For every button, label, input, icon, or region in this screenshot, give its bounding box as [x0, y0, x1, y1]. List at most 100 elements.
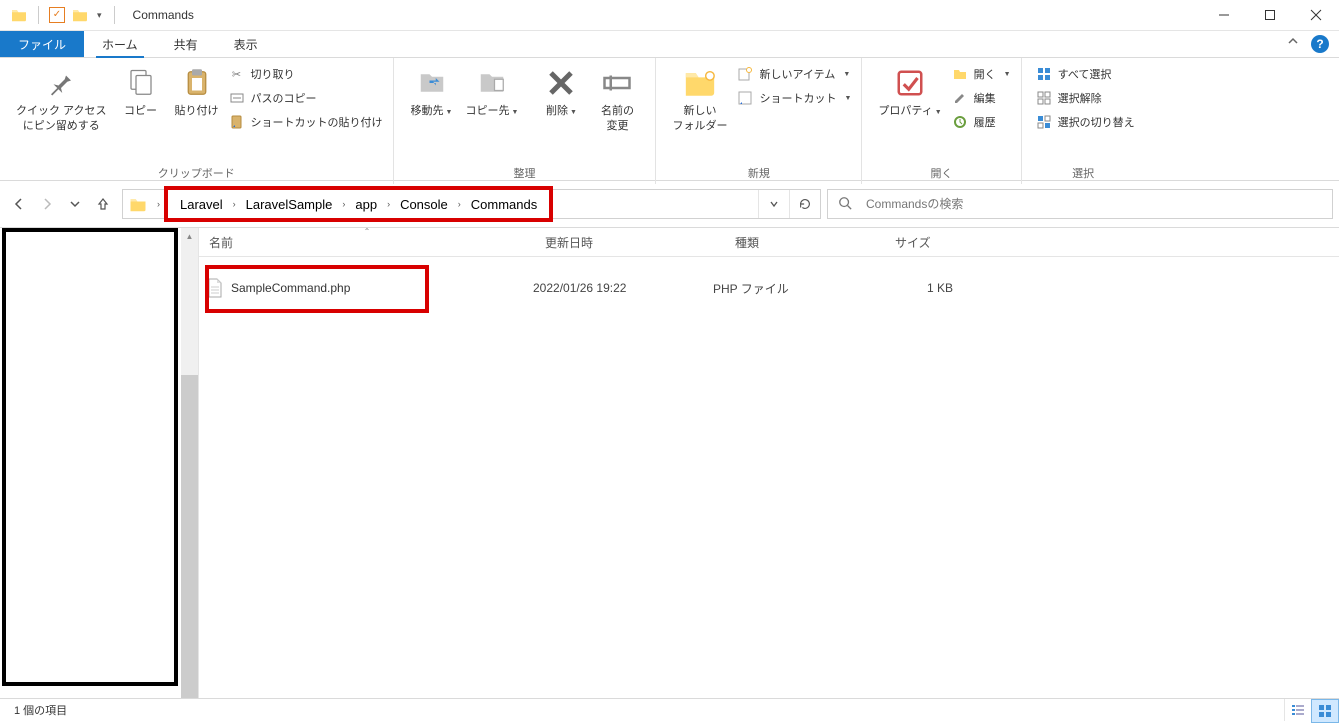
group-label: 新規 [666, 165, 851, 184]
label: 履歴 [974, 114, 996, 130]
large-icons-view-button[interactable] [1311, 699, 1339, 723]
properties-button[interactable]: プロパティ▼ [872, 62, 947, 119]
chevron-right-icon[interactable]: › [381, 199, 396, 209]
new-item-button[interactable]: 新しいアイテム ▼ [737, 66, 851, 82]
separator [114, 6, 115, 24]
qat-properties-icon[interactable]: ✓ [49, 7, 65, 23]
open-button[interactable]: 開く ▼ [952, 66, 1011, 82]
chevron-down-icon: ▼ [1004, 71, 1011, 78]
file-size: 1 KB [863, 281, 953, 295]
label: すべて選択 [1058, 66, 1112, 82]
chevron-right-icon[interactable]: › [227, 199, 242, 209]
paste-button[interactable]: 貼り付け [169, 62, 225, 119]
collapse-ribbon-icon[interactable] [1287, 35, 1299, 50]
tab-home[interactable]: ホーム [84, 31, 156, 57]
label: プロパティ [878, 105, 932, 117]
navigation-pane[interactable]: ▲ ▼ [0, 228, 199, 720]
folder-icon [129, 197, 147, 211]
column-type[interactable]: 種類 [725, 228, 885, 256]
qat-folder-icon[interactable] [71, 8, 89, 22]
column-name[interactable]: ⌃ 名前 [199, 228, 535, 256]
crumb-laravel[interactable]: Laravel [176, 197, 227, 212]
search-box[interactable] [827, 189, 1333, 219]
address-dropdown-button[interactable] [758, 190, 789, 218]
forward-button[interactable] [34, 190, 60, 218]
status-bar: 1 個の項目 [0, 698, 1339, 721]
chevron-right-icon[interactable]: › [452, 199, 467, 209]
close-button[interactable] [1293, 0, 1339, 30]
cut-button[interactable]: ✂ 切り取り [229, 66, 383, 82]
select-all-icon [1036, 66, 1052, 82]
pin-icon [44, 66, 78, 100]
crumb-app[interactable]: app [351, 197, 381, 212]
delete-button[interactable]: 削除▼ [533, 62, 589, 119]
edit-button[interactable]: 編集 [952, 90, 1011, 106]
tab-share[interactable]: 共有 [156, 31, 216, 57]
help-button[interactable]: ? [1311, 35, 1329, 53]
search-icon [838, 196, 852, 213]
crumb-console[interactable]: Console [396, 197, 452, 212]
label: コピー先 [466, 105, 510, 117]
chevron-down-icon: ▼ [844, 95, 851, 102]
path-icon [229, 90, 245, 106]
file-date: 2022/01/26 19:22 [533, 281, 713, 295]
copy-to-button[interactable]: コピー先▼ [460, 62, 525, 119]
copy-path-button[interactable]: パスのコピー [229, 90, 383, 106]
label: フォルダー [672, 120, 727, 132]
move-to-button[interactable]: 移動先▼ [404, 62, 460, 119]
select-all-button[interactable]: すべて選択 [1036, 66, 1135, 82]
redacted-tree-area [2, 228, 178, 686]
paste-icon [180, 66, 214, 100]
copy-button[interactable]: コピー [113, 62, 169, 119]
chevron-right-icon[interactable]: › [153, 199, 164, 209]
scroll-up-button[interactable]: ▲ [181, 228, 198, 245]
column-date[interactable]: 更新日時 [535, 228, 725, 256]
label: 削除 [546, 105, 568, 117]
maximize-button[interactable] [1247, 0, 1293, 30]
shortcut-icon [737, 90, 753, 106]
history-button[interactable]: 履歴 [952, 114, 1011, 130]
copy-to-icon [475, 66, 509, 100]
minimize-button[interactable] [1201, 0, 1247, 30]
tab-view[interactable]: 表示 [216, 31, 276, 57]
label: 選択解除 [1058, 90, 1102, 106]
chevron-right-icon[interactable]: › [336, 199, 351, 209]
details-view-button[interactable] [1284, 699, 1311, 721]
rename-icon [600, 66, 634, 100]
address-bar[interactable]: › Laravel › LaravelSample › app › Consol… [122, 189, 821, 219]
label: 新しいアイテム [759, 66, 835, 82]
ribbon-group-open: プロパティ▼ 開く ▼ 編集 [862, 58, 1021, 184]
pin-quick-access-button[interactable]: クイック アクセスにピン留めする [10, 62, 113, 134]
ribbon-tabs: ファイル ホーム 共有 表示 ? [0, 31, 1339, 58]
search-input[interactable] [864, 196, 1332, 212]
select-none-button[interactable]: 選択解除 [1036, 90, 1135, 106]
title-bar: ✓ ▾ Commands [0, 0, 1339, 31]
tab-file[interactable]: ファイル [0, 31, 84, 57]
up-button[interactable] [90, 190, 116, 218]
file-row[interactable]: SampleCommand.php 2022/01/26 19:22 PHP フ… [199, 277, 1339, 299]
new-shortcut-button[interactable]: ショートカット ▼ [737, 90, 851, 106]
rename-button[interactable]: 名前の変更 [589, 62, 645, 134]
chevron-down-icon: ▼ [446, 109, 453, 116]
qat-dropdown-icon[interactable]: ▾ [95, 10, 104, 21]
scrollbar[interactable]: ▲ ▼ [181, 228, 198, 720]
label: 名前 [209, 234, 233, 251]
label: パスのコピー [251, 90, 317, 106]
invert-icon [1036, 114, 1052, 130]
label: 選択の切り替え [1058, 114, 1135, 130]
scroll-thumb[interactable] [181, 375, 198, 703]
crumb-commands[interactable]: Commands [467, 197, 541, 212]
ribbon-group-organize: 移動先▼ コピー先▼ 削除▼ 名前の変更 整理 [394, 58, 657, 184]
content-pane: ⌃ 名前 更新日時 種類 サイズ SampleCommand.php 2022/… [199, 228, 1339, 720]
new-folder-button[interactable]: 新しいフォルダー [666, 62, 733, 134]
select-none-icon [1036, 90, 1052, 106]
recent-locations-button[interactable] [62, 190, 88, 218]
column-size[interactable]: サイズ [885, 228, 995, 256]
crumb-laravelsample[interactable]: LaravelSample [242, 197, 337, 212]
file-type: PHP ファイル [713, 280, 863, 297]
paste-shortcut-button[interactable]: ショートカットの貼り付け [229, 114, 383, 130]
chevron-down-icon: ▼ [843, 71, 850, 78]
invert-selection-button[interactable]: 選択の切り替え [1036, 114, 1135, 130]
back-button[interactable] [6, 190, 32, 218]
refresh-button[interactable] [789, 190, 820, 218]
